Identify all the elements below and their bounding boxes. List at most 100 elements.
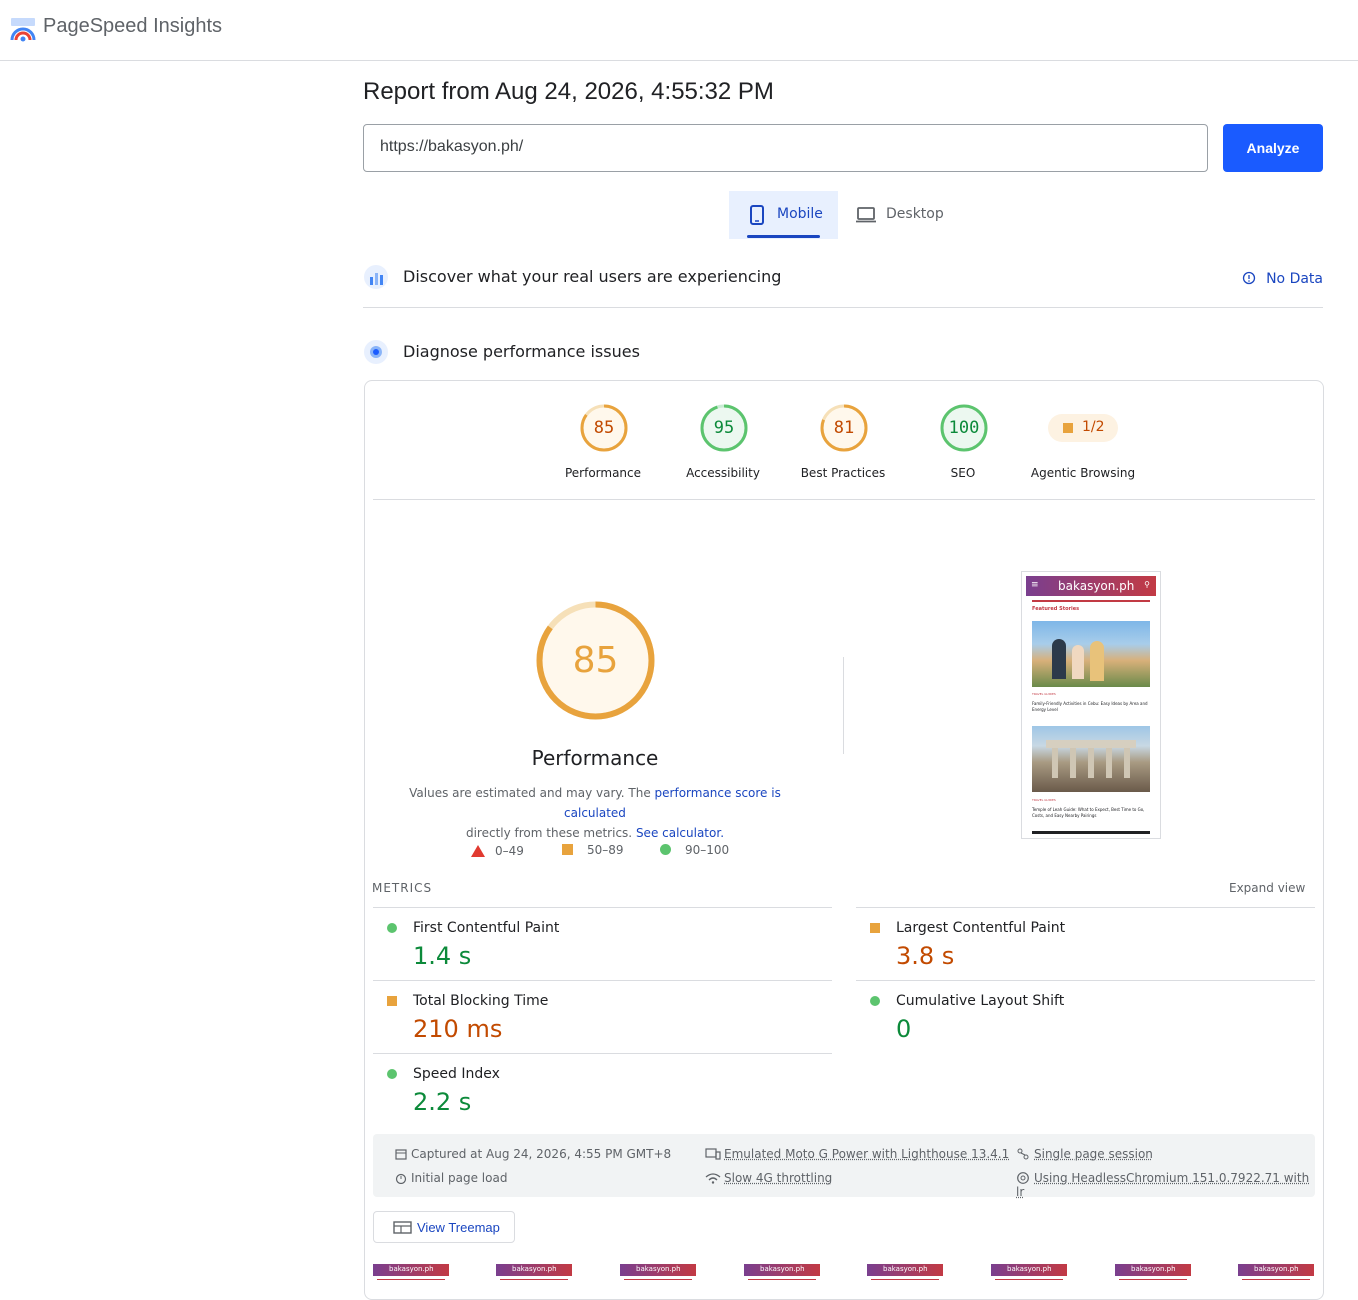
section-label: Featured Stories xyxy=(1032,606,1079,612)
throttle-label: Slow 4G throttling xyxy=(724,1171,832,1185)
see-calculator-link[interactable]: See calculator. xyxy=(636,826,724,840)
final-screenshot[interactable]: ≡ bakasyon.ph ⚲ Featured Stories TRAVEL … xyxy=(1021,571,1161,839)
diagnose-title: Diagnose performance issues xyxy=(403,342,640,361)
metric-value: 0 xyxy=(896,1015,911,1043)
env-browser[interactable]: Using HeadlessChromium 151.0.7922.71 wit… xyxy=(1016,1170,1315,1199)
env-device[interactable]: Emulated Moto G Power with Lighthouse 13… xyxy=(705,1146,1009,1161)
env-session[interactable]: Single page session xyxy=(1016,1146,1153,1161)
filmstrip-frame: bakasyon.ph xyxy=(1115,1264,1191,1282)
devices-icon xyxy=(705,1148,721,1160)
phone-icon xyxy=(750,205,764,225)
url-field[interactable] xyxy=(363,124,1208,172)
pass-circle-icon xyxy=(387,1069,397,1079)
treemap-icon xyxy=(393,1221,412,1234)
active-tab-indicator xyxy=(747,235,820,238)
story-title: Temple of Leah Guide: What to Expect, Be… xyxy=(1032,807,1150,819)
brand-title[interactable]: PageSpeed Insights xyxy=(43,15,222,38)
tab-desktop-label: Desktop xyxy=(886,206,944,222)
pass-circle-icon xyxy=(870,996,880,1006)
metric-tbt: Total Blocking Time 210 ms xyxy=(373,980,832,1054)
story-tag: TRAVEL GUIDES xyxy=(1032,692,1056,696)
runtime-settings: Captured at Aug 24, 2026, 4:55 PM GMT+8 … xyxy=(373,1134,1315,1197)
frame-site-name: bakasyon.ph xyxy=(1131,1265,1176,1273)
session-icon xyxy=(1016,1148,1030,1160)
metric-name: Largest Contentful Paint xyxy=(896,920,1065,936)
menu-icon: ≡ xyxy=(1031,580,1039,590)
average-square-icon xyxy=(562,844,573,855)
gauge-score: 100 xyxy=(939,403,989,453)
captured-label: Captured at Aug 24, 2026, 4:55 PM GMT+8 xyxy=(411,1147,671,1161)
filmstrip-frame: bakasyon.ph xyxy=(1238,1264,1314,1282)
tab-mobile-label: Mobile xyxy=(777,206,823,222)
env-load: Initial page load xyxy=(395,1170,507,1185)
site-name: bakasyon.ph xyxy=(1058,579,1134,593)
legend-average-label: 50–89 xyxy=(587,843,624,857)
crux-title: Discover what your real users are experi… xyxy=(403,267,781,286)
agentic-pill: 1/2 xyxy=(1048,414,1118,442)
average-square-icon xyxy=(1063,423,1073,433)
frame-site-name: bakasyon.ph xyxy=(1007,1265,1052,1273)
view-treemap-button[interactable]: View Treemap xyxy=(373,1211,515,1243)
gauge-label: SEO xyxy=(903,466,1023,480)
browser-label: Using HeadlessChromium 151.0.7922.71 wit… xyxy=(1016,1171,1309,1199)
frame-rule xyxy=(624,1279,692,1280)
filmstrip-frame: bakasyon.ph xyxy=(620,1264,696,1282)
frame-rule xyxy=(871,1279,939,1280)
frame-site-name: bakasyon.ph xyxy=(512,1265,557,1273)
metric-speed-index: Speed Index 2.2 s xyxy=(373,1053,832,1127)
tab-mobile[interactable]: Mobile xyxy=(729,191,838,239)
timer-icon xyxy=(395,1172,407,1184)
info-icon xyxy=(1242,271,1256,285)
gauge-label: Agentic Browsing xyxy=(1023,466,1143,480)
legend-pass: 90–100 xyxy=(660,843,729,857)
metric-name: First Contentful Paint xyxy=(413,920,559,936)
analyze-button[interactable]: Analyze xyxy=(1223,124,1323,172)
search-icon: ⚲ xyxy=(1144,580,1150,589)
story-tag: TRAVEL GUIDES xyxy=(1032,798,1056,802)
metric-lcp: Largest Contentful Paint 3.8 s xyxy=(856,907,1315,981)
bottom-rule xyxy=(1032,831,1150,834)
filmstrip-frame: bakasyon.ph xyxy=(496,1264,572,1282)
pass-circle-icon xyxy=(660,844,671,855)
view-treemap-label: View Treemap xyxy=(417,1220,500,1235)
env-throttle[interactable]: Slow 4G throttling xyxy=(705,1170,832,1185)
url-input[interactable] xyxy=(380,138,1180,156)
story-title: Family-Friendly Activities in Cebu: Easy… xyxy=(1032,701,1150,713)
metrics-heading: METRICS xyxy=(372,881,432,895)
frame-rule xyxy=(1242,1279,1310,1280)
frame-rule xyxy=(377,1279,445,1280)
gauge-label: Performance xyxy=(543,466,663,480)
average-square-icon xyxy=(870,923,880,933)
chrome-icon xyxy=(1016,1172,1030,1184)
laptop-icon xyxy=(855,207,877,223)
average-square-icon xyxy=(387,996,397,1006)
crux-status[interactable]: No Data xyxy=(1242,269,1323,287)
metric-value: 3.8 s xyxy=(896,942,954,970)
fail-triangle-icon xyxy=(471,845,485,857)
desc-text-2: directly from these metrics. xyxy=(466,826,636,840)
env-captured: Captured at Aug 24, 2026, 4:55 PM GMT+8 xyxy=(395,1146,671,1161)
gauge-label: Accessibility xyxy=(663,466,783,480)
tab-desktop[interactable]: Desktop xyxy=(846,191,956,239)
legend-fail: 0–49 xyxy=(471,843,524,858)
frame-rule xyxy=(1119,1279,1187,1280)
filmstrip-frame: bakasyon.ph xyxy=(991,1264,1067,1282)
frame-rule xyxy=(748,1279,816,1280)
pagespeed-logo-icon[interactable] xyxy=(10,16,36,42)
site-header: ≡ bakasyon.ph ⚲ xyxy=(1026,576,1156,596)
performance-score: 85 xyxy=(535,600,656,721)
metric-name: Speed Index xyxy=(413,1066,500,1082)
legend-fail-label: 0–49 xyxy=(495,844,524,858)
diagnose-section: Diagnose performance issues xyxy=(363,339,1323,365)
metric-value: 2.2 s xyxy=(413,1088,471,1116)
gauge-score: 85 xyxy=(579,403,629,453)
expand-view-button[interactable]: Expand view xyxy=(1229,881,1305,895)
report-title: Report from Aug 24, 2026, 4:55:32 PM xyxy=(363,78,774,106)
header-rule xyxy=(1032,600,1150,602)
frame-site-name: bakasyon.ph xyxy=(883,1265,928,1273)
vertical-divider xyxy=(843,657,844,754)
wifi-icon xyxy=(705,1172,721,1184)
session-label: Single page session xyxy=(1034,1147,1153,1161)
filmstrip-frame: bakasyon.ph xyxy=(373,1264,449,1282)
metric-cls: Cumulative Layout Shift 0 xyxy=(856,980,1315,1054)
